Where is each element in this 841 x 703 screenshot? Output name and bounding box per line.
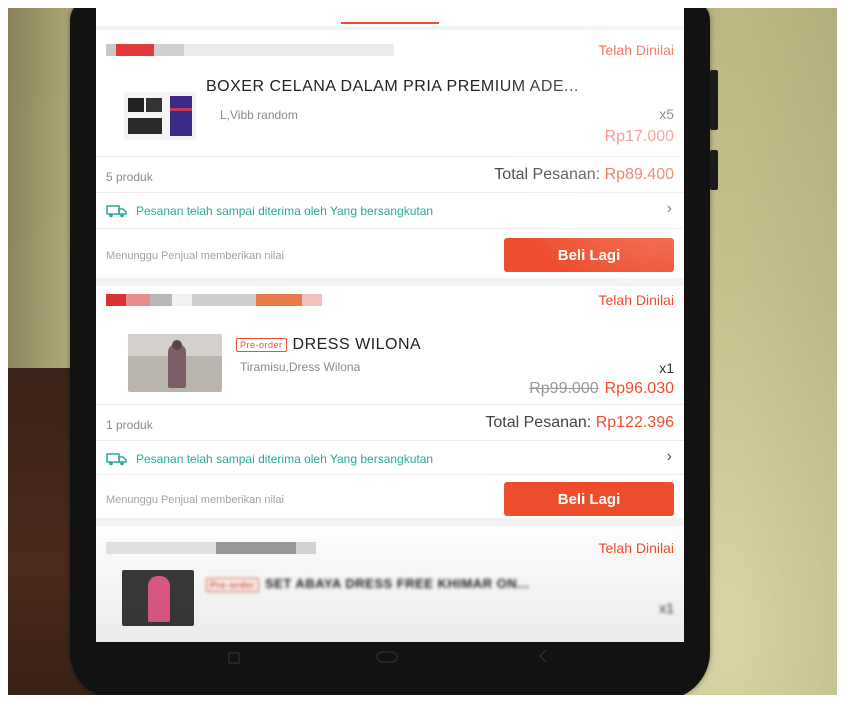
product-name-row[interactable]: Pre-order DRESS WILONA <box>236 336 421 354</box>
total-label: Total Pesanan: <box>485 414 592 431</box>
total-label: Total Pesanan: <box>494 166 601 183</box>
product-thumbnail[interactable] <box>128 334 222 392</box>
product-price: Rp96.030 <box>604 380 674 397</box>
chevron-right-icon[interactable]: › <box>667 448 672 466</box>
divider <box>96 192 684 193</box>
order-status: Telah Dinilai <box>598 540 674 556</box>
product-quantity: x1 <box>659 360 674 376</box>
waiting-text: Menunggu Penjual memberikan nilai <box>106 494 284 506</box>
buy-again-button[interactable]: Beli Lagi <box>504 482 674 516</box>
product-price-row: Rp17.000 <box>605 128 674 146</box>
waiting-text: Menunggu Penjual memberikan nilai <box>106 250 284 262</box>
order-status: Telah Dinilai <box>598 292 674 308</box>
volume-button <box>710 70 718 130</box>
shop-name-blurred <box>106 294 322 306</box>
product-variation: Tiramisu,Dress Wilona <box>240 360 361 374</box>
product-variation: L,Vibb random <box>220 108 298 122</box>
delivery-text: Pesanan telah sampai diterima oleh Yang … <box>136 452 434 466</box>
product-quantity: x1 <box>659 600 674 616</box>
android-navbar <box>96 648 684 688</box>
product-quantity: x5 <box>659 106 674 122</box>
product-name[interactable]: BOXER CELANA DALAM PRIA PREMIUM ADE... <box>206 78 579 96</box>
order-status: Telah Dinilai <box>598 42 674 58</box>
delivery-status-row[interactable]: Pesanan telah sampai diterima oleh Yang … <box>106 452 433 466</box>
item-count: 1 produk <box>106 418 153 432</box>
recent-apps-icon[interactable] <box>226 650 242 671</box>
back-icon[interactable] <box>536 648 550 669</box>
product-thumbnail[interactable] <box>124 92 196 140</box>
product-price: Rp17.000 <box>604 128 674 145</box>
divider <box>96 440 684 441</box>
chevron-right-icon[interactable]: › <box>667 200 672 218</box>
preorder-badge: Pre-order <box>206 577 260 592</box>
active-tab-indicator <box>341 22 439 24</box>
order-total: Total Pesanan: Rp89.400 <box>494 166 674 184</box>
delivery-text: Pesanan telah sampai diterima oleh Yang … <box>136 204 434 218</box>
order-card-3[interactable]: Telah Dinilai Pre-order SET ABAYA DRESS F… <box>96 526 684 642</box>
truck-icon <box>106 204 128 218</box>
app-screen: Telah Dinilai BOXER CELANA DALAM PRIA PR… <box>96 8 684 642</box>
order-total: Total Pesanan: Rp122.396 <box>485 414 674 432</box>
order-tabs[interactable] <box>96 8 684 26</box>
total-amount: Rp122.396 <box>595 414 674 431</box>
item-count: 5 produk <box>106 170 153 184</box>
product-price-row: Rp99.000 Rp96.030 <box>529 380 674 398</box>
divider <box>96 474 684 475</box>
truck-icon <box>106 452 128 466</box>
divider <box>96 404 684 405</box>
preorder-badge: Pre-order <box>236 337 287 352</box>
phone-device: Telah Dinilai BOXER CELANA DALAM PRIA PR… <box>70 8 718 695</box>
buy-again-button[interactable]: Beli Lagi <box>504 238 674 272</box>
order-card-2[interactable]: Telah Dinilai Pre-order DRESS WILONA Tira… <box>96 286 684 518</box>
original-price: Rp99.000 <box>529 380 599 397</box>
shop-name-blurred <box>106 542 316 554</box>
product-name: DRESS WILONA <box>292 336 422 353</box>
product-thumbnail[interactable] <box>122 570 194 626</box>
divider <box>96 228 684 229</box>
product-name: SET ABAYA DRESS FREE KHIMAR ON... <box>265 576 530 591</box>
product-name-row[interactable]: Pre-order SET ABAYA DRESS FREE KHIMAR ON.… <box>206 576 530 592</box>
total-amount: Rp89.400 <box>604 166 674 183</box>
home-icon[interactable] <box>376 650 398 669</box>
delivery-status-row[interactable]: Pesanan telah sampai diterima oleh Yang … <box>106 204 433 218</box>
divider <box>96 156 684 157</box>
photo-background: Telah Dinilai BOXER CELANA DALAM PRIA PR… <box>8 8 837 695</box>
order-card-1[interactable]: Telah Dinilai BOXER CELANA DALAM PRIA PR… <box>96 30 684 278</box>
power-button <box>710 150 718 190</box>
shop-name-blurred <box>106 44 394 56</box>
